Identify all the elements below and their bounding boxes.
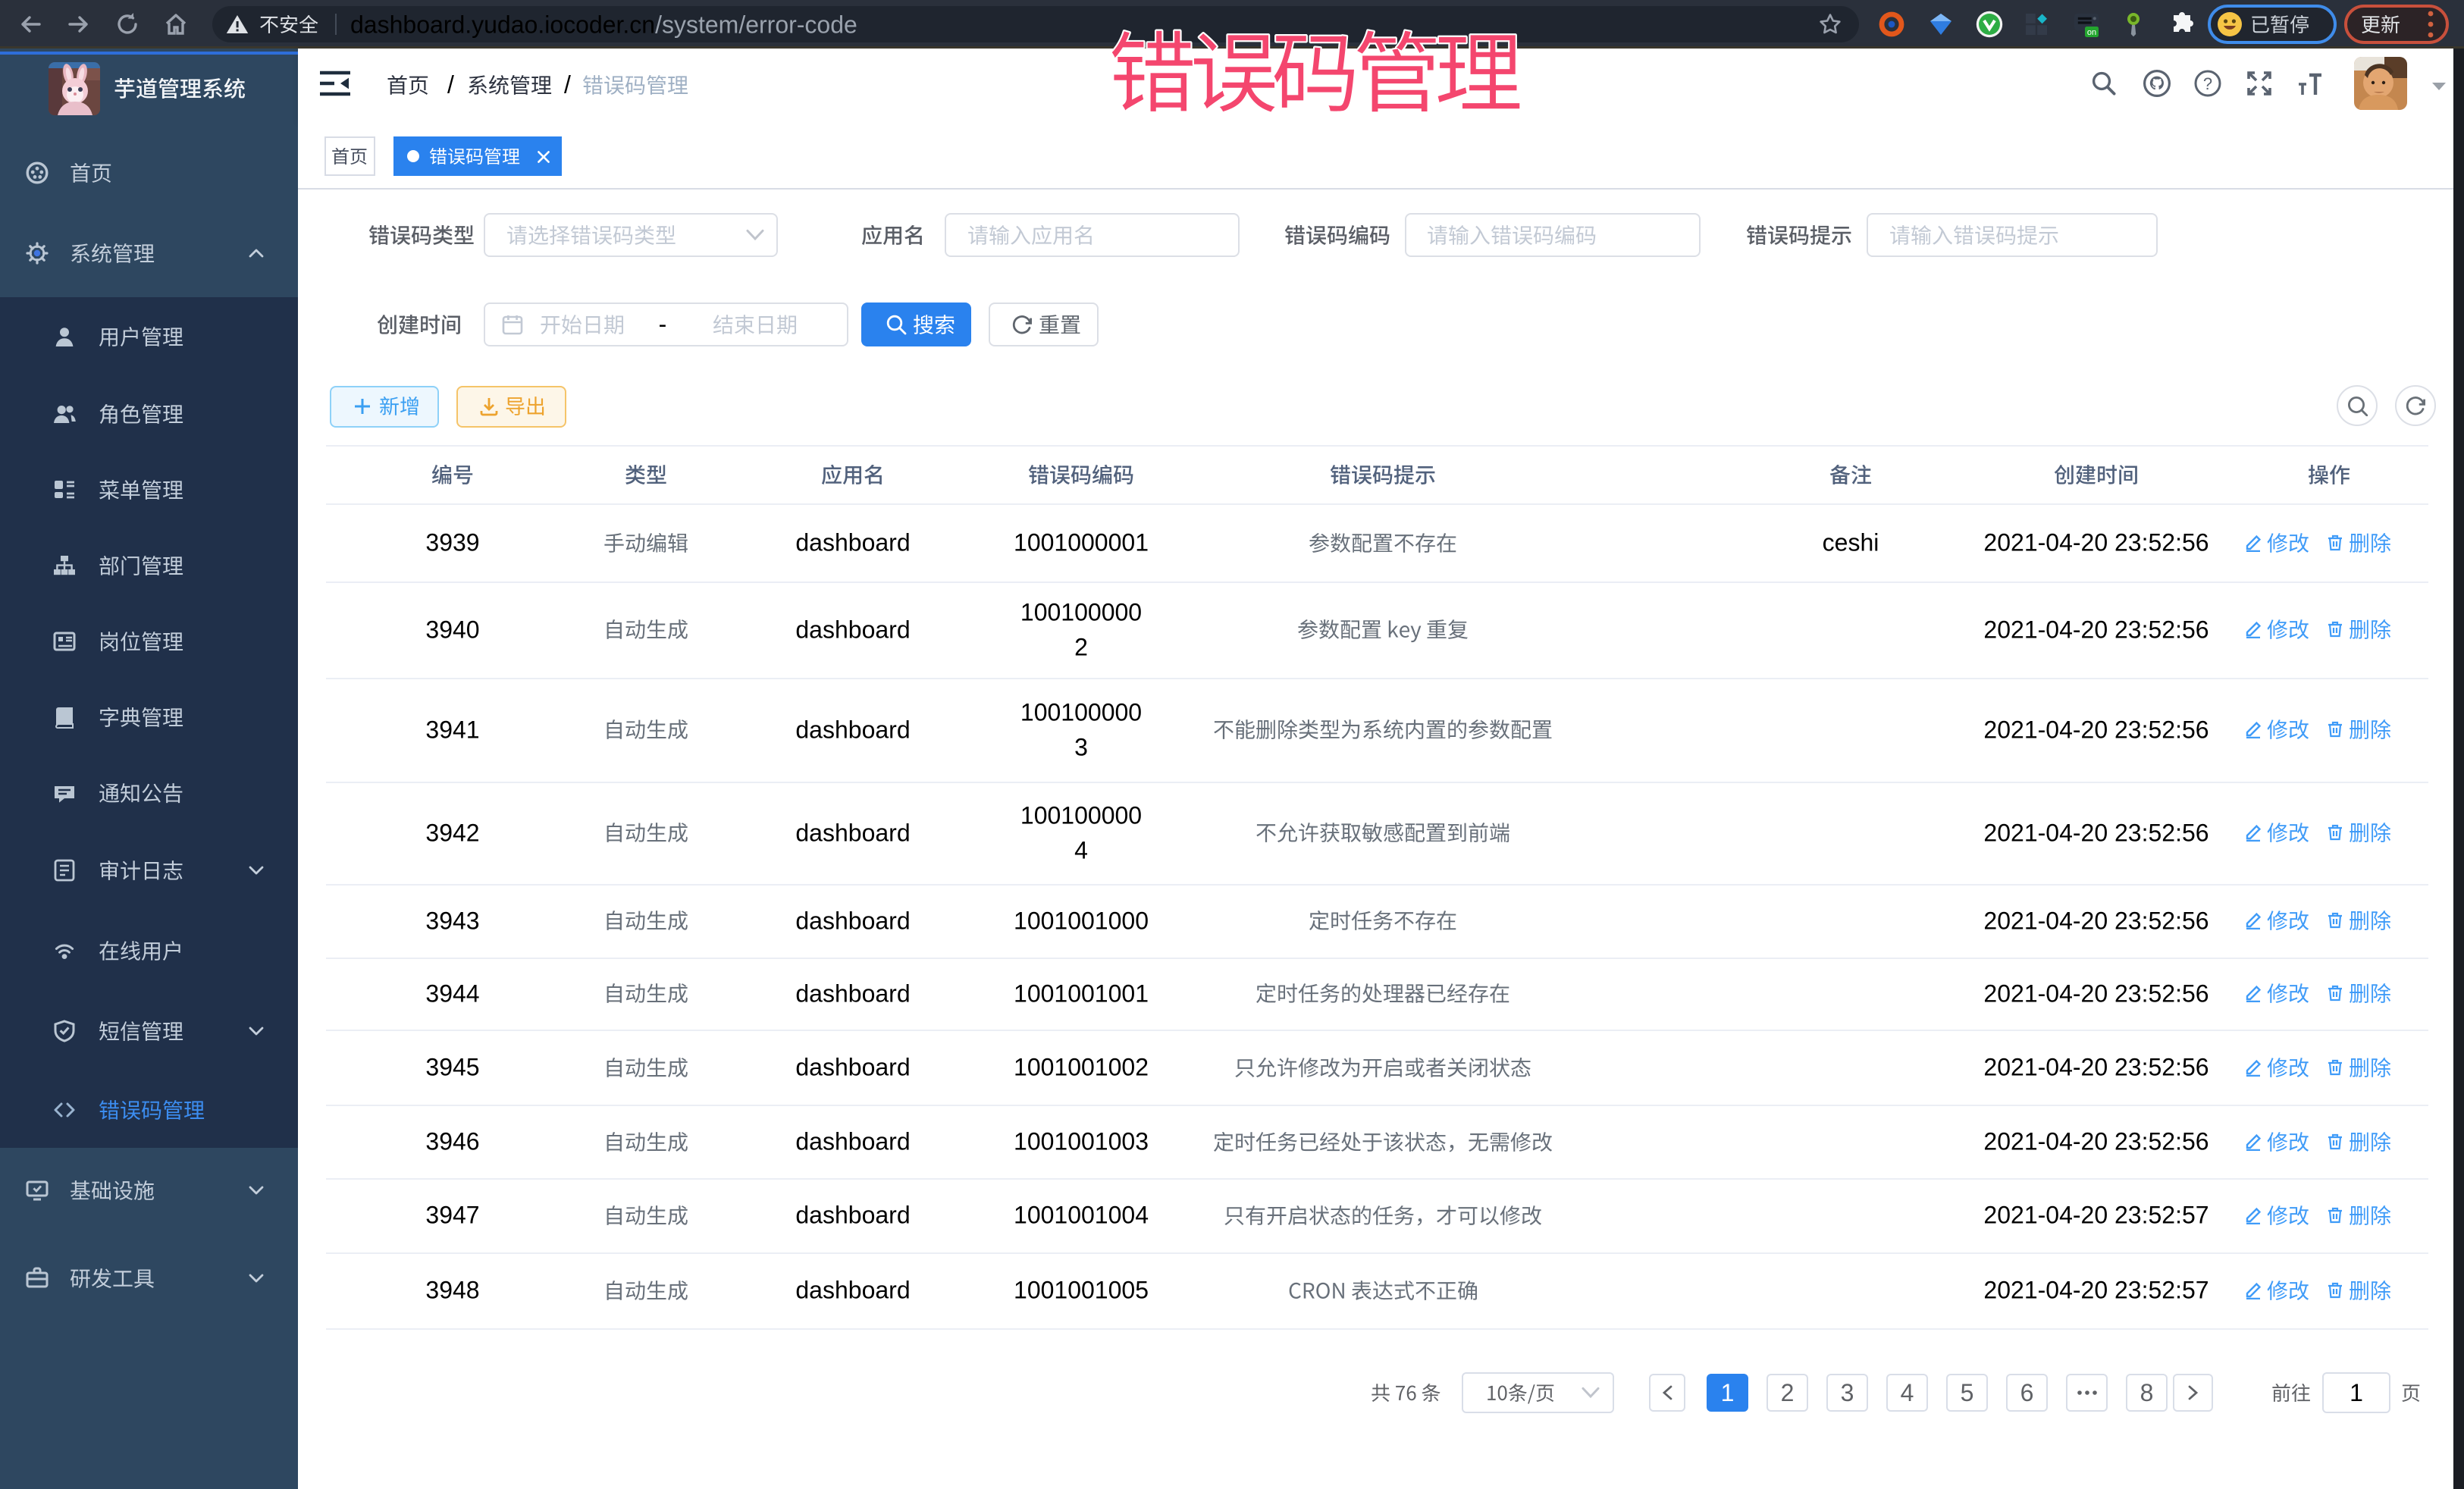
svg-text:?: ? xyxy=(2203,74,2212,93)
svg-text:on: on xyxy=(2087,28,2096,37)
